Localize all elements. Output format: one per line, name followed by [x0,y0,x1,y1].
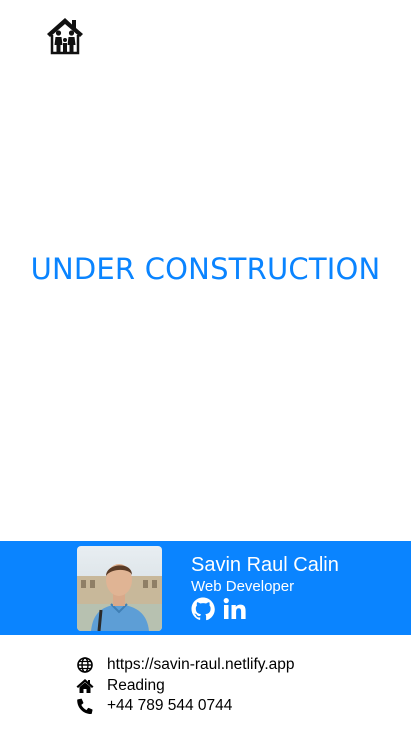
location-text: Reading [107,676,165,694]
profile-card: Savin Raul Calin Web Developer [0,541,411,635]
page-title: UNDER CONSTRUCTION [30,252,381,286]
phone-icon [76,698,94,714]
profile-name: Savin Raul Calin [191,554,339,576]
home-icon [76,678,94,694]
family-house-icon[interactable] [46,17,84,55]
avatar [77,546,162,631]
profile-role: Web Developer [191,578,295,595]
phone-number[interactable]: +44 789 544 0744 [107,697,232,715]
website-link[interactable]: https://savin-raul.netlify.app [107,656,295,674]
globe-icon [76,657,94,673]
linkedin-icon[interactable] [223,597,247,621]
github-icon[interactable] [191,597,215,621]
